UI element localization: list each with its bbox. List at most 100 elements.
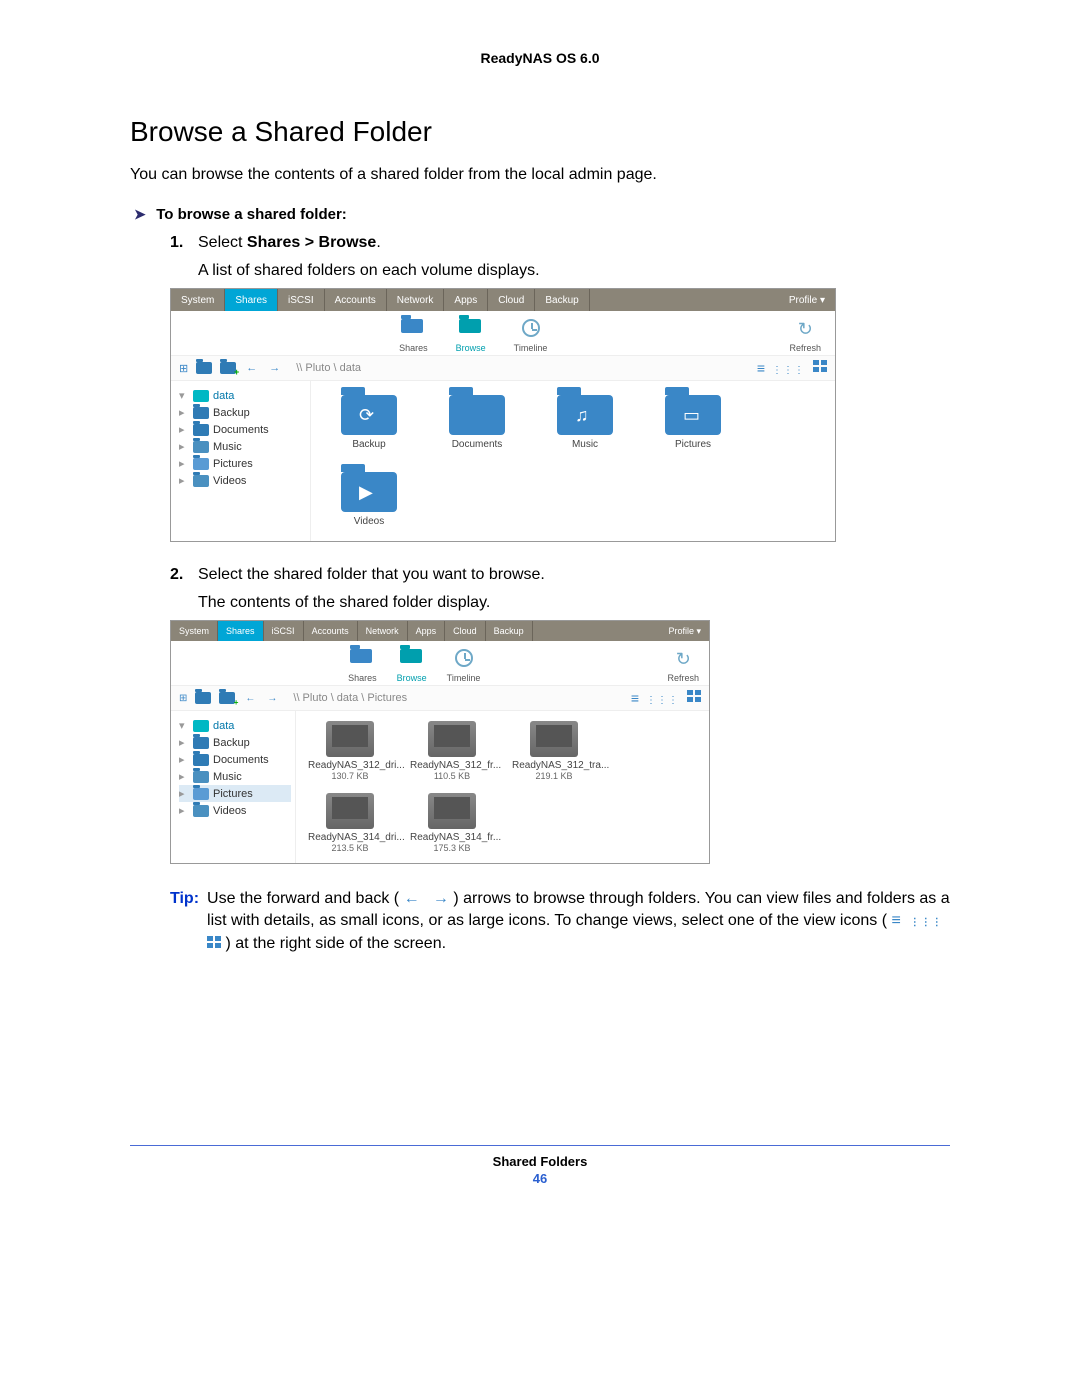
- list-view-icon[interactable]: [631, 690, 638, 706]
- step1-sub: A list of shared folders on each volume …: [198, 262, 950, 280]
- tree-item[interactable]: ▸Backup: [179, 404, 306, 421]
- folder-icon: [193, 788, 209, 800]
- large-icons-view-icon[interactable]: [813, 360, 827, 372]
- new-folder-icon[interactable]: [195, 692, 211, 704]
- tab-accounts[interactable]: Accounts: [304, 621, 358, 641]
- tab-apps[interactable]: Apps: [444, 289, 488, 311]
- tab-network[interactable]: Network: [387, 289, 445, 311]
- back-arrow-icon: ←: [404, 890, 420, 907]
- subtab-timeline[interactable]: Timeline: [447, 649, 481, 683]
- file-thumb-icon: [428, 721, 476, 757]
- large-icons-view-icon: [207, 936, 221, 948]
- screenshot-2: System Shares iSCSI Accounts Network App…: [170, 620, 710, 864]
- tab-backup[interactable]: Backup: [535, 289, 589, 311]
- screenshot-1: System Shares iSCSI Accounts Network App…: [170, 288, 836, 542]
- tree-item[interactable]: ▸Documents: [179, 751, 291, 768]
- footer-section: Shared Folders: [130, 1154, 950, 1169]
- small-icons-view-icon[interactable]: [772, 360, 805, 376]
- file-thumb-icon: [326, 793, 374, 829]
- step2-sub: The contents of the shared folder displa…: [198, 594, 950, 612]
- subtab-shares[interactable]: Shares: [399, 319, 428, 353]
- subtab-browse[interactable]: Browse: [397, 649, 427, 683]
- folder-icon: [193, 458, 209, 470]
- folder-icon: [193, 771, 209, 783]
- large-icons-view-icon[interactable]: [687, 690, 701, 702]
- folder-icon: [193, 424, 209, 436]
- tree-item[interactable]: ▸Music: [179, 768, 291, 785]
- tab-apps[interactable]: Apps: [408, 621, 446, 641]
- step-1: 1. Select Shares > Browse.: [170, 234, 950, 252]
- procedure-heading: ➤ To browse a shared folder:: [134, 206, 950, 224]
- tree-root[interactable]: ▾data: [179, 717, 291, 734]
- page-footer: Shared Folders 46: [130, 1145, 950, 1186]
- new-folder-plus-icon[interactable]: +: [220, 362, 236, 374]
- folder-icon: [193, 475, 209, 487]
- file-item[interactable]: ReadyNAS_314_fr...175.3 KB: [410, 793, 494, 853]
- tab-cloud[interactable]: Cloud: [445, 621, 486, 641]
- tab-system[interactable]: System: [171, 289, 225, 311]
- tree-item[interactable]: ▸Videos: [179, 802, 291, 819]
- subtab-shares[interactable]: Shares: [348, 649, 377, 683]
- tree-item[interactable]: ▸Documents: [179, 421, 306, 438]
- tab-shares[interactable]: Shares: [218, 621, 264, 641]
- tree-toggle-icon[interactable]: ⊞: [179, 362, 188, 375]
- top-nav: System Shares iSCSI Accounts Network App…: [171, 289, 835, 311]
- tab-iscsi[interactable]: iSCSI: [264, 621, 304, 641]
- forward-arrow-icon: →: [433, 890, 449, 907]
- file-item[interactable]: ReadyNAS_312_fr...110.5 KB: [410, 721, 494, 781]
- file-item[interactable]: ReadyNAS_312_dri...130.7 KB: [308, 721, 392, 781]
- tree-toggle-icon[interactable]: ⊞: [179, 693, 187, 704]
- tree-item[interactable]: ▸Backup: [179, 734, 291, 751]
- toolbar: ⊞ + ← → \\ Pluto \ data: [171, 355, 835, 381]
- refresh-button[interactable]: ↻Refresh: [667, 649, 699, 683]
- small-icons-view-icon[interactable]: [646, 690, 679, 706]
- intro-text: You can browse the contents of a shared …: [130, 166, 950, 184]
- tip-box: Tip: Use the forward and back ( ← → ) ar…: [170, 888, 950, 955]
- file-thumb-icon: [530, 721, 578, 757]
- folder-backup[interactable]: ⟳Backup: [329, 395, 409, 450]
- sub-nav: Shares Browse Timeline ↻ Refresh: [171, 311, 835, 355]
- profile-menu[interactable]: Profile ▾: [660, 621, 709, 641]
- back-button[interactable]: ←: [244, 362, 259, 374]
- tab-network[interactable]: Network: [358, 621, 408, 641]
- doc-header: ReadyNAS OS 6.0: [130, 50, 950, 66]
- new-folder-icon[interactable]: [196, 362, 212, 374]
- subtab-browse[interactable]: Browse: [456, 319, 486, 353]
- path-breadcrumb: \\ Pluto \ data: [296, 362, 361, 374]
- subtab-timeline[interactable]: Timeline: [514, 319, 548, 353]
- folder-documents[interactable]: Documents: [437, 395, 517, 450]
- refresh-button[interactable]: ↻ Refresh: [789, 319, 821, 353]
- folder-icon: [193, 805, 209, 817]
- list-view-icon[interactable]: [757, 360, 764, 376]
- tab-system[interactable]: System: [171, 621, 218, 641]
- folder-icon: [193, 407, 209, 419]
- profile-menu[interactable]: Profile ▾: [779, 289, 835, 311]
- path-breadcrumb: \\ Pluto \ data \ Pictures: [293, 692, 407, 704]
- tab-shares[interactable]: Shares: [225, 289, 278, 311]
- file-thumb-icon: [326, 721, 374, 757]
- folder-videos[interactable]: ▶Videos: [329, 472, 409, 527]
- tree-root[interactable]: ▾data: [179, 387, 306, 404]
- file-item[interactable]: ReadyNAS_314_dri...213.5 KB: [308, 793, 392, 853]
- back-button[interactable]: ←: [243, 693, 257, 704]
- tab-accounts[interactable]: Accounts: [325, 289, 387, 311]
- folder-tree: ▾data ▸Backup ▸Documents ▸Music ▸Picture…: [171, 381, 311, 541]
- tip-label: Tip:: [170, 888, 199, 955]
- triangle-icon: ➤: [134, 206, 146, 222]
- file-item[interactable]: ReadyNAS_312_tra...219.1 KB: [512, 721, 596, 781]
- tree-item[interactable]: ▸Videos: [179, 472, 306, 489]
- forward-button[interactable]: →: [265, 693, 279, 704]
- tree-item-selected[interactable]: ▸Pictures: [179, 785, 291, 802]
- new-folder-plus-icon[interactable]: +: [219, 692, 235, 704]
- folder-pictures[interactable]: ▭Pictures: [653, 395, 733, 450]
- folder-grid: ⟳Backup Documents ♫Music ▭Pictures ▶Vide…: [311, 381, 835, 541]
- small-icons-view-icon: [910, 912, 943, 929]
- tab-cloud[interactable]: Cloud: [488, 289, 535, 311]
- folder-music[interactable]: ♫Music: [545, 395, 625, 450]
- tab-iscsi[interactable]: iSCSI: [278, 289, 325, 311]
- tree-item[interactable]: ▸Music: [179, 438, 306, 455]
- file-thumb-icon: [428, 793, 476, 829]
- forward-button[interactable]: →: [267, 362, 282, 374]
- tab-backup[interactable]: Backup: [486, 621, 533, 641]
- tree-item[interactable]: ▸Pictures: [179, 455, 306, 472]
